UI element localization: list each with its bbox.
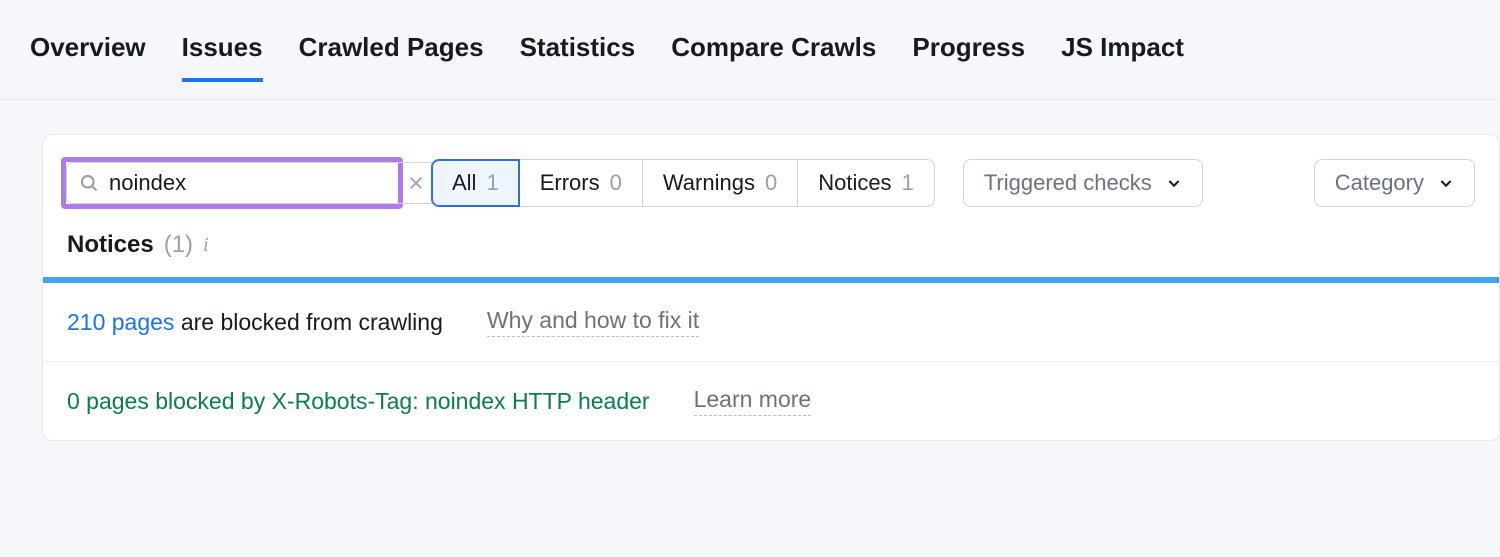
info-icon[interactable]: i bbox=[203, 234, 209, 257]
tab-progress[interactable]: Progress bbox=[912, 32, 1025, 81]
filter-all-count: 1 bbox=[486, 170, 498, 196]
notices-section-header: Notices (1) i bbox=[43, 231, 1499, 277]
learn-more-link[interactable]: Learn more bbox=[694, 386, 812, 416]
clear-icon[interactable] bbox=[407, 174, 425, 192]
filter-all[interactable]: All 1 bbox=[431, 159, 520, 207]
filter-all-label: All bbox=[452, 170, 476, 196]
search-icon bbox=[79, 173, 99, 193]
tab-crawled-pages[interactable]: Crawled Pages bbox=[299, 32, 484, 81]
notices-title: Notices bbox=[67, 231, 154, 259]
notices-count: (1) bbox=[164, 231, 193, 259]
filter-warnings-count: 0 bbox=[765, 170, 777, 196]
search-input[interactable] bbox=[109, 170, 397, 196]
triggered-checks-label: Triggered checks bbox=[984, 170, 1152, 196]
filter-warnings-label: Warnings bbox=[663, 170, 755, 196]
notice-row: 0 pages blocked by X-Robots-Tag: noindex… bbox=[43, 362, 1499, 440]
tab-compare-crawls[interactable]: Compare Crawls bbox=[671, 32, 876, 81]
filter-errors-count: 0 bbox=[610, 170, 622, 196]
triggered-checks-dropdown[interactable]: Triggered checks bbox=[963, 159, 1203, 207]
filter-warnings[interactable]: Warnings 0 bbox=[643, 159, 798, 207]
category-label: Category bbox=[1335, 170, 1424, 196]
pages-count-link[interactable]: 210 pages bbox=[67, 309, 174, 335]
filter-row: All 1 Errors 0 Warnings 0 Notices 1 Trig… bbox=[43, 135, 1499, 231]
filter-errors-label: Errors bbox=[540, 170, 600, 196]
search-highlight bbox=[61, 157, 403, 209]
tab-overview[interactable]: Overview bbox=[30, 32, 146, 81]
chevron-down-icon bbox=[1438, 175, 1454, 191]
notice-text: 0 pages blocked by X-Robots-Tag: noindex… bbox=[67, 388, 650, 415]
filter-errors[interactable]: Errors 0 bbox=[520, 159, 643, 207]
tab-statistics[interactable]: Statistics bbox=[520, 32, 636, 81]
category-dropdown[interactable]: Category bbox=[1314, 159, 1475, 207]
tab-js-impact[interactable]: JS Impact bbox=[1061, 32, 1184, 81]
issue-type-filter: All 1 Errors 0 Warnings 0 Notices 1 bbox=[431, 159, 935, 207]
top-tabs: Overview Issues Crawled Pages Statistics… bbox=[0, 0, 1500, 100]
filter-notices[interactable]: Notices 1 bbox=[798, 159, 935, 207]
filter-notices-count: 1 bbox=[902, 170, 914, 196]
tab-issues[interactable]: Issues bbox=[182, 32, 263, 81]
search-field[interactable] bbox=[66, 162, 438, 204]
notice-text: 210 pages are blocked from crawling bbox=[67, 309, 443, 336]
issues-panel: All 1 Errors 0 Warnings 0 Notices 1 Trig… bbox=[42, 134, 1500, 441]
notice-rest: are blocked from crawling bbox=[174, 309, 442, 335]
filter-notices-label: Notices bbox=[818, 170, 891, 196]
notice-row: 210 pages are blocked from crawling Why … bbox=[43, 283, 1499, 362]
chevron-down-icon bbox=[1166, 175, 1182, 191]
why-fix-link[interactable]: Why and how to fix it bbox=[487, 307, 699, 337]
